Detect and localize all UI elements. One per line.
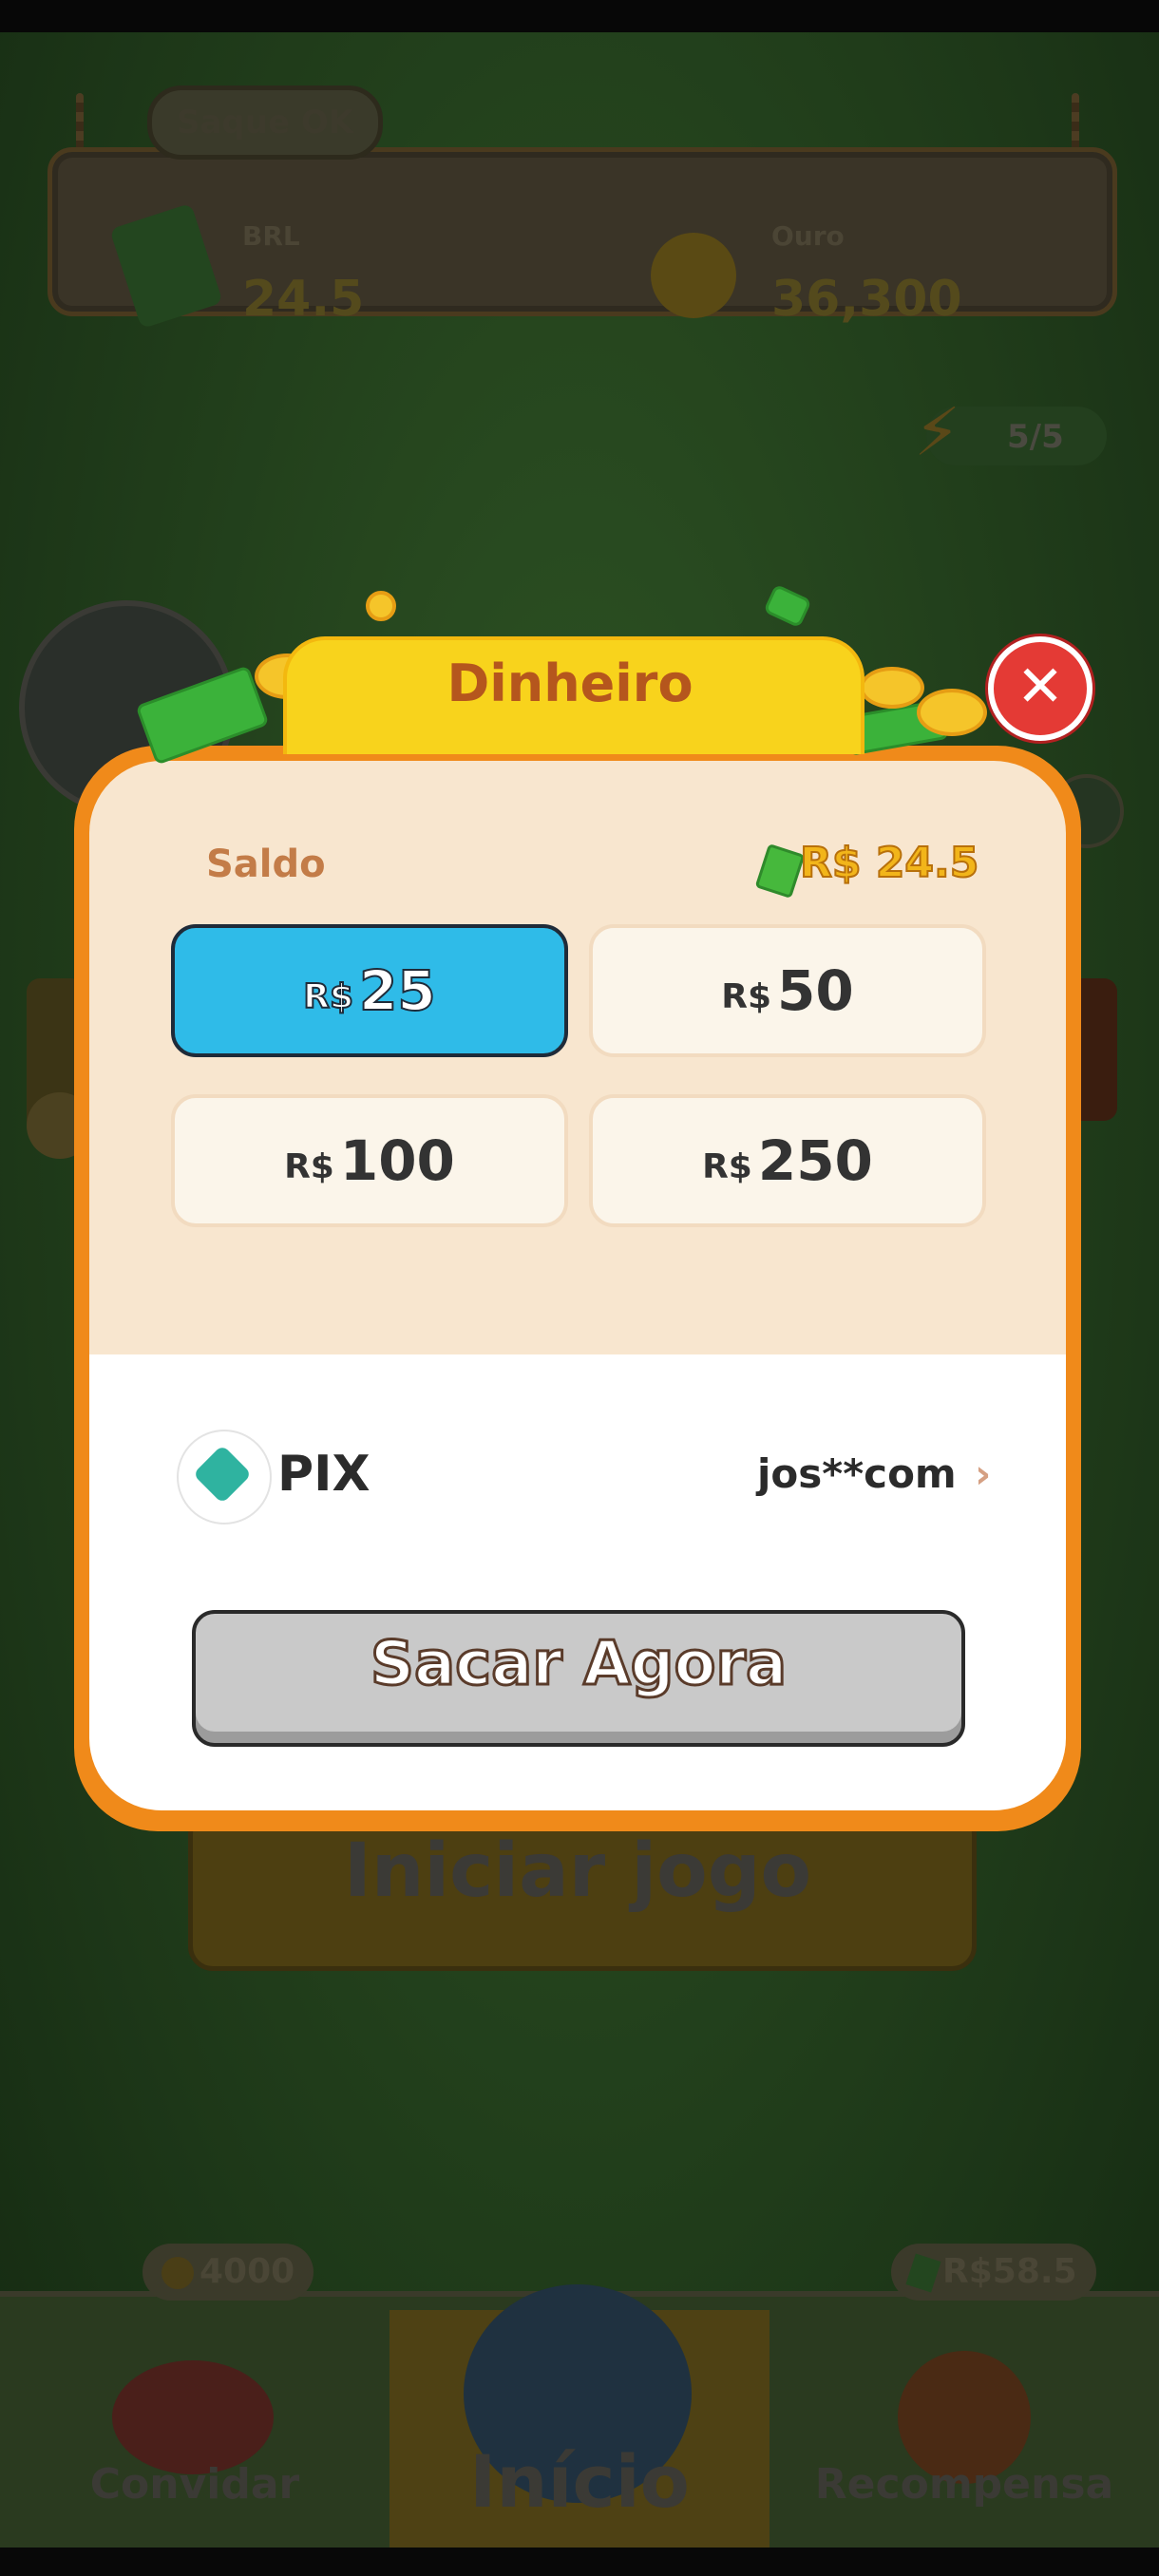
currency-symbol: R$ [721, 976, 772, 1016]
cash-icon [905, 2253, 941, 2293]
reward-amount: R$58.5 [942, 2252, 1077, 2291]
amount-value: 100 [339, 1128, 455, 1193]
modal-title: Dinheiro [446, 653, 694, 713]
cherry-icon [112, 2360, 274, 2474]
brl-label[interactable]: BRL [242, 220, 300, 252]
coin-decoration-icon [366, 591, 396, 621]
nav-home[interactable]: Início [390, 2439, 770, 2524]
currency-symbol: R$ [702, 1146, 752, 1186]
invite-reward-amount: 4000 [200, 2252, 295, 2291]
chevron-right-icon[interactable]: › [975, 1450, 991, 1497]
lightning-icon: ⚡ [914, 393, 961, 471]
currency-symbol: R$ [284, 1146, 334, 1186]
gold-coin-icon [651, 233, 736, 318]
withdraw-now-label: Sacar Agora [369, 1628, 788, 1701]
brl-value: 24.5 [242, 271, 365, 328]
gold-value: 36,300 [771, 271, 962, 328]
coin-decoration-icon [860, 667, 924, 709]
coin-decoration-icon [917, 689, 987, 736]
balance-value: R$ 24.5 [799, 838, 979, 888]
coin-icon [162, 2257, 194, 2289]
nav-invite[interactable]: Convidar [76, 2460, 314, 2509]
status-bar-top [0, 0, 1159, 32]
reward-bubble: R$58.5 [891, 2244, 1096, 2301]
start-game-label: Iniciar jogo [343, 1828, 812, 1914]
close-icon[interactable]: ✕ [988, 636, 1092, 741]
nav-reward[interactable]: Recompensa [808, 2460, 1121, 2509]
balance-label: Saldo [206, 843, 326, 886]
amount-value: 25 [358, 957, 437, 1024]
payment-method-label: PIX [277, 1446, 370, 1503]
amount-option-100[interactable]: R$ 100 [171, 1094, 568, 1227]
invite-reward-bubble: 4000 [142, 2244, 314, 2301]
amount-value: 50 [777, 958, 854, 1023]
amount-option-25[interactable]: R$ 25 [171, 924, 568, 1057]
amount-option-50[interactable]: R$ 50 [589, 924, 986, 1057]
saque-ok-badge: Saque OK [147, 85, 384, 160]
amount-value: 250 [757, 1128, 873, 1193]
amount-option-250[interactable]: R$ 250 [589, 1094, 986, 1227]
status-bar-bottom [0, 2548, 1159, 2576]
energy-count: 5/5 [1007, 418, 1064, 456]
account-selector[interactable]: jos**com [757, 1450, 957, 1497]
gold-label[interactable]: Ouro [771, 220, 845, 252]
currency-symbol: R$ [302, 976, 354, 1017]
